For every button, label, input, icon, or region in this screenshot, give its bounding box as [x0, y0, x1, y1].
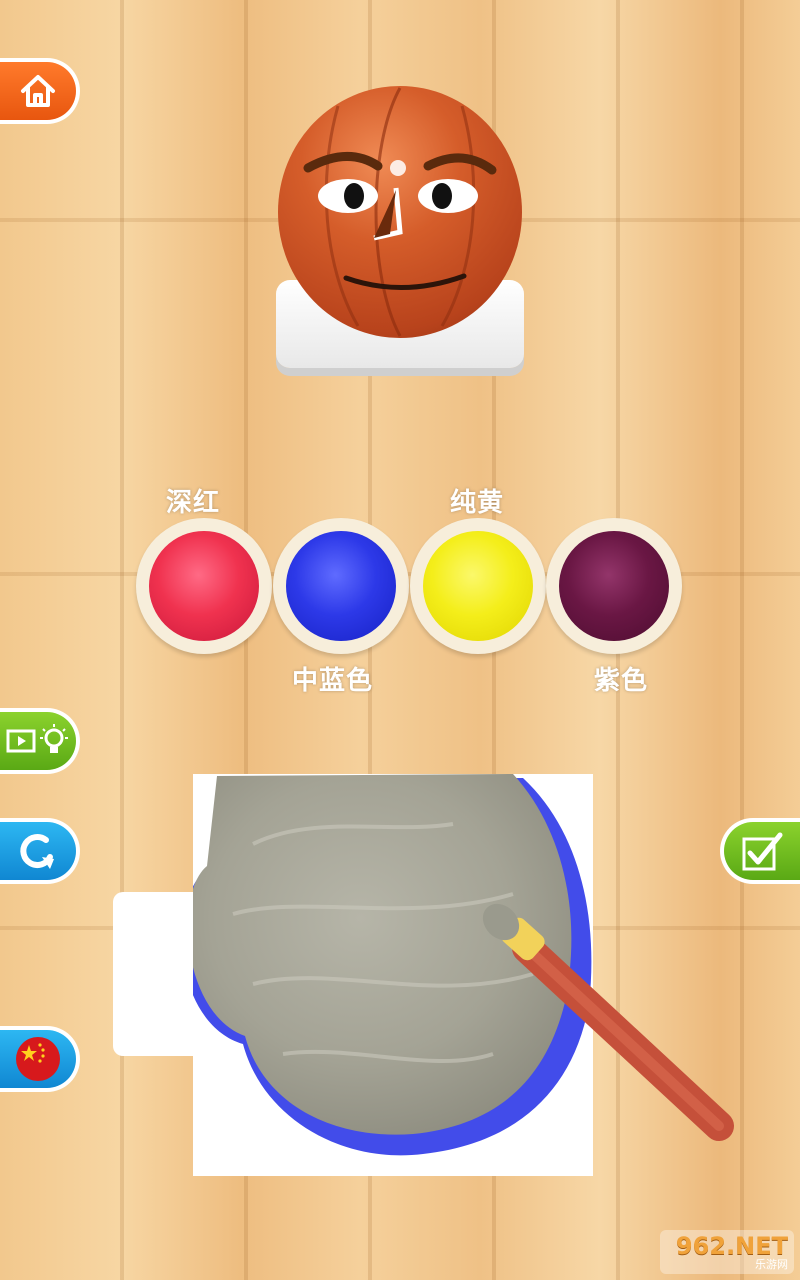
home-button[interactable]: [0, 58, 80, 124]
color-swatch-1[interactable]: [136, 518, 272, 654]
color-swatch-2[interactable]: [273, 518, 409, 654]
basketball-face: [303, 87, 497, 337]
color-swatch-3[interactable]: [410, 518, 546, 654]
paint-blob-2: [286, 531, 396, 641]
color-label-2: 中蓝色: [292, 666, 374, 696]
site-watermark: 962.NET 乐游网: [660, 1230, 794, 1274]
paint-blob-4: [559, 531, 669, 641]
paint-canvas[interactable]: [193, 774, 734, 1176]
basketball-character: [278, 86, 522, 338]
paint-blob-1: [149, 531, 259, 641]
color-label-4: 紫色: [594, 666, 649, 696]
watermark-main: 962.NET: [675, 1231, 788, 1260]
color-label-3: 纯黄: [450, 488, 505, 518]
redo-button[interactable]: [0, 818, 80, 884]
paint-blob-3: [423, 531, 533, 641]
color-swatch-4[interactable]: [546, 518, 682, 654]
color-label-1: 深红: [166, 488, 221, 518]
language-button[interactable]: [0, 1026, 80, 1092]
redo-arrow-icon: [20, 834, 54, 869]
video-hint-button[interactable]: [0, 708, 80, 774]
china-flag-icon: [16, 1037, 60, 1081]
done-button[interactable]: [720, 818, 800, 884]
paint-brush: [482, 903, 734, 1141]
checkmark-icon: [742, 832, 783, 871]
video-lightbulb-icon: [6, 724, 68, 753]
home-icon: [21, 75, 55, 107]
watermark-sub: 乐游网: [755, 1257, 788, 1271]
